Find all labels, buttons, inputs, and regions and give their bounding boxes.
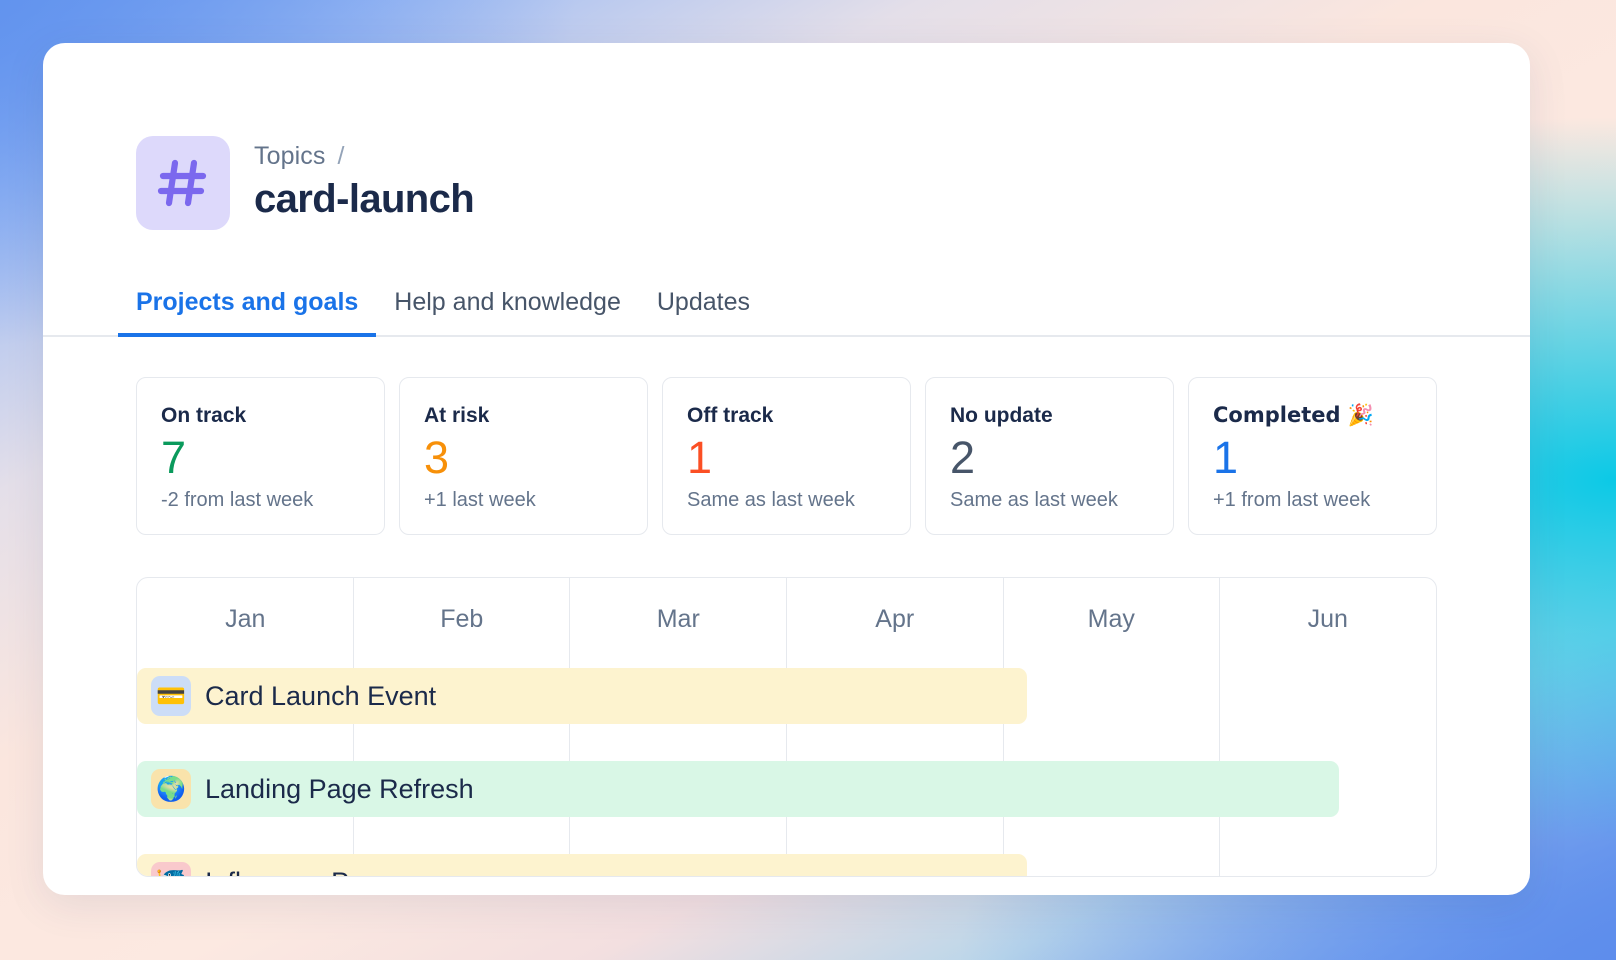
- breadcrumb-parent[interactable]: Topics: [254, 142, 325, 171]
- timeline-row-label: Card Launch Event: [205, 681, 436, 712]
- stat-label: At risk: [424, 404, 623, 427]
- stat-value: 2: [950, 433, 1149, 483]
- project-timeline: Jan Feb Mar Apr May Jun 💳 Card Launch Ev…: [136, 577, 1437, 877]
- timeline-row[interactable]: 🎏 Influencer Program: [137, 854, 1027, 877]
- stat-label: On track: [161, 404, 360, 427]
- main-panel: Topics / card-launch Projects and goals …: [43, 43, 1530, 895]
- page-title: card-launch: [254, 175, 474, 224]
- stat-label: No update: [950, 404, 1149, 427]
- stat-value: 3: [424, 433, 623, 483]
- timeline-row[interactable]: 🌍 Landing Page Refresh: [137, 761, 1339, 817]
- timeline-row-label: Landing Page Refresh: [205, 774, 474, 805]
- breadcrumb: Topics /: [254, 142, 474, 171]
- stat-delta: +1 last week: [424, 489, 623, 512]
- stat-label: Off track: [687, 404, 886, 427]
- status-summary-cards: On track 7 -2 from last week At risk 3 +…: [43, 337, 1530, 535]
- influencer-emoji: 🎏: [151, 862, 191, 877]
- breadcrumb-separator: /: [337, 142, 344, 171]
- stat-card-at-risk[interactable]: At risk 3 +1 last week: [399, 377, 648, 535]
- page-header: Topics / card-launch: [43, 43, 1530, 230]
- stat-delta: +1 from last week: [1213, 489, 1412, 512]
- stat-card-on-track[interactable]: On track 7 -2 from last week: [136, 377, 385, 535]
- stat-delta: -2 from last week: [161, 489, 360, 512]
- stat-card-off-track[interactable]: Off track 1 Same as last week: [662, 377, 911, 535]
- timeline-row-label: Influencer Program: [205, 867, 435, 878]
- stat-delta: Same as last week: [687, 489, 886, 512]
- tab-bar: Projects and goals Help and knowledge Up…: [43, 286, 1530, 337]
- credit-card-emoji: 💳: [151, 676, 191, 716]
- timeline-row[interactable]: 💳 Card Launch Event: [137, 668, 1027, 724]
- stat-value: 1: [1213, 433, 1412, 483]
- timeline-rows: 💳 Card Launch Event 🌍 Landing Page Refre…: [137, 660, 1436, 876]
- tab-updates[interactable]: Updates: [639, 288, 768, 337]
- stat-label: Completed 🎉: [1213, 404, 1412, 427]
- globe-emoji: 🌍: [151, 769, 191, 809]
- stat-card-completed[interactable]: Completed 🎉 1 +1 from last week: [1188, 377, 1437, 535]
- stat-card-no-update[interactable]: No update 2 Same as last week: [925, 377, 1174, 535]
- tab-projects-and-goals[interactable]: Projects and goals: [118, 288, 376, 337]
- hash-icon: [136, 136, 230, 230]
- stat-value: 1: [687, 433, 886, 483]
- stat-delta: Same as last week: [950, 489, 1149, 512]
- tab-help-and-knowledge[interactable]: Help and knowledge: [376, 288, 639, 337]
- stat-value: 7: [161, 433, 360, 483]
